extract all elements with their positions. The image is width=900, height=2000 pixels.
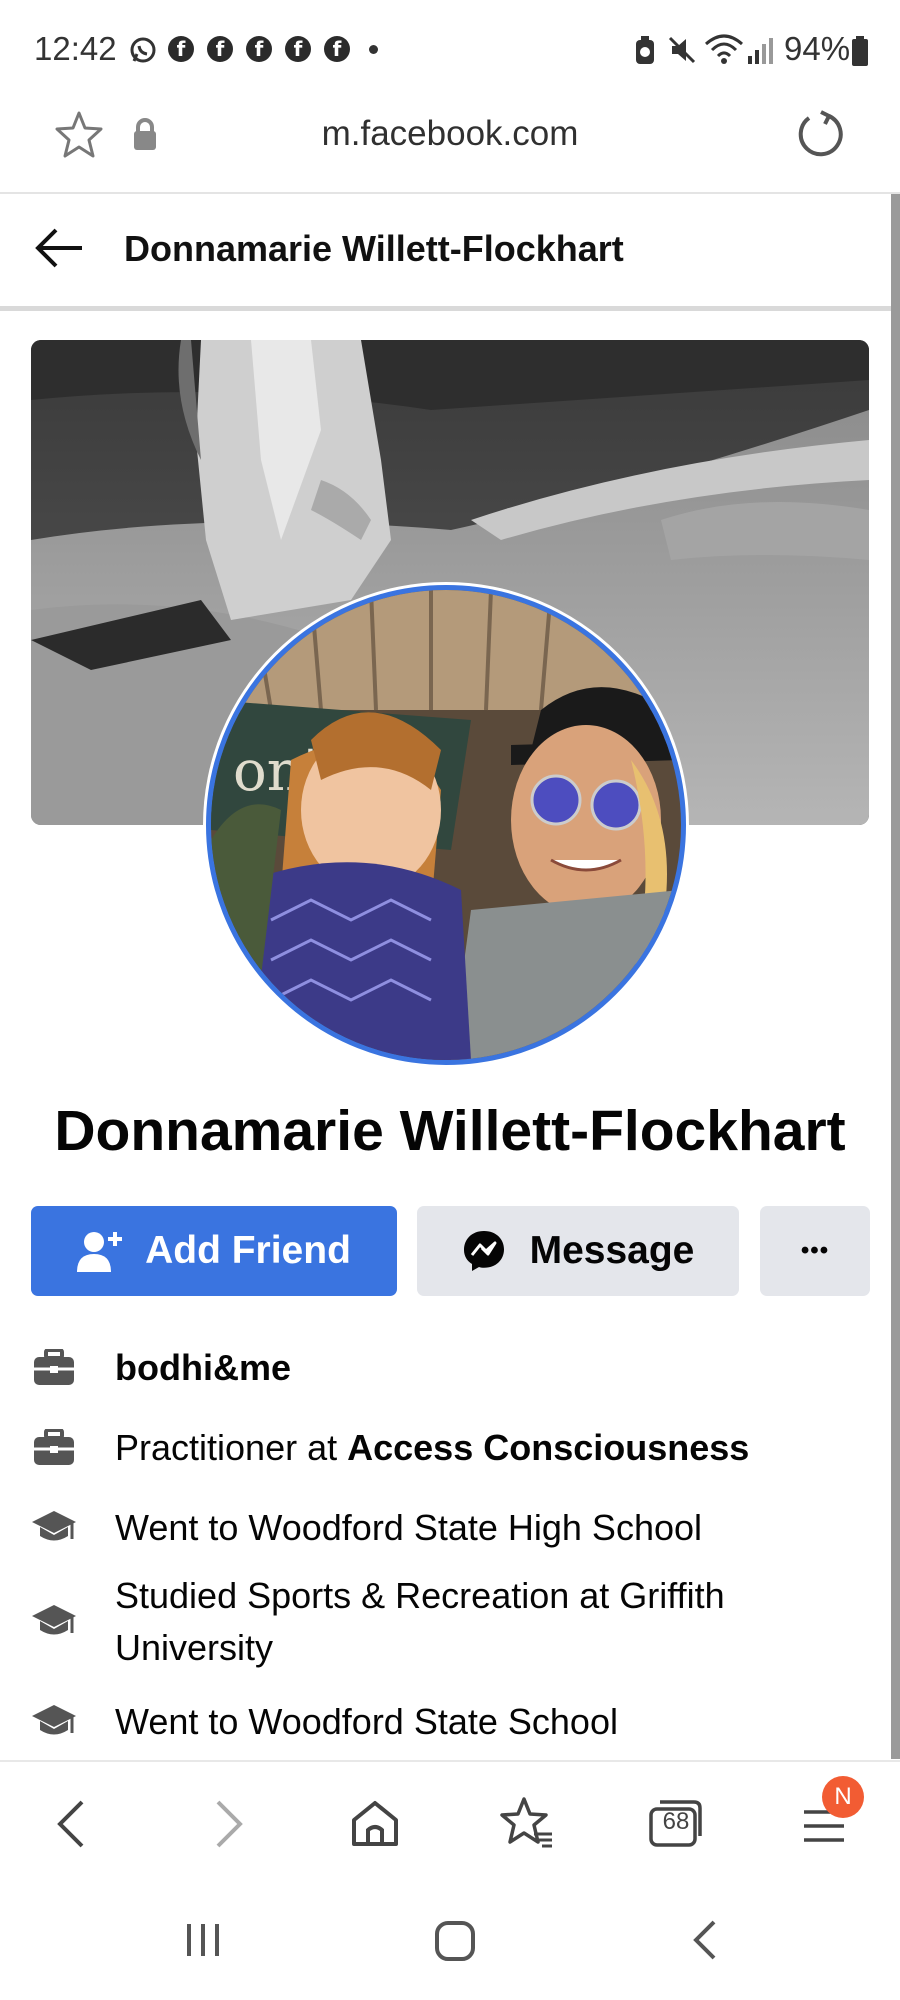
add-person-icon <box>77 1232 123 1272</box>
browser-forward-icon[interactable] <box>210 1798 246 1850</box>
profile-name: Donnamarie Willett-Flockhart <box>54 1099 846 1163</box>
signal-icon <box>748 38 773 64</box>
facebook-icon: f <box>207 36 233 62</box>
status-bar: 12:42 f f f f f 94% <box>0 0 900 100</box>
info-prefix: Practitioner at <box>115 1427 348 1468</box>
graduation-cap-icon <box>32 1705 76 1735</box>
briefcase-icon <box>34 1349 74 1385</box>
profile-picture[interactable]: on's <box>211 590 681 1060</box>
messenger-icon <box>463 1231 504 1271</box>
notification-badge: N <box>822 1776 864 1818</box>
facebook-icon: f <box>168 36 194 62</box>
add-friend-label: Add Friend <box>145 1229 351 1272</box>
list-item: Went to Woodford State High School <box>0 1502 880 1554</box>
briefcase-icon <box>34 1429 74 1465</box>
browser-back-icon[interactable] <box>54 1798 90 1850</box>
facebook-icon: f <box>285 36 311 62</box>
browser-toolbar <box>0 1760 900 1882</box>
info-text-line-1: Studied Sports & Recreation at Griffith <box>115 1575 725 1616</box>
system-navigation-bar <box>0 1880 900 2000</box>
wifi-icon <box>705 34 743 64</box>
more-options-button[interactable]: ••• <box>760 1206 870 1296</box>
add-friend-button[interactable]: Add Friend <box>31 1206 397 1296</box>
facebook-icon: f <box>246 36 272 62</box>
info-text-line-2: University <box>115 1627 274 1668</box>
home-button-icon[interactable] <box>434 1920 476 1962</box>
bookmarks-icon[interactable] <box>500 1796 554 1850</box>
back-arrow-icon[interactable] <box>34 226 86 270</box>
facebook-icon: f <box>324 36 350 62</box>
home-icon[interactable] <box>350 1800 400 1848</box>
info-text: Went to Woodford State High School <box>115 1507 703 1548</box>
mute-icon <box>668 36 696 64</box>
tab-count: 68 <box>662 1808 690 1835</box>
list-item: Went to Woodford State School <box>0 1696 880 1748</box>
list-item: bodhi&me <box>0 1342 880 1394</box>
page-title: Donnamarie Willett-Flockhart <box>124 228 624 269</box>
url-text[interactable]: m.facebook.com <box>0 114 900 154</box>
info-text: Practitioner at Access Consciousness <box>115 1422 749 1474</box>
more-options-icon: ••• <box>800 1237 830 1264</box>
list-item: Practitioner at Access Consciousness <box>0 1422 880 1474</box>
info-text: Went to Woodford State School <box>115 1701 618 1742</box>
whatsapp-icon <box>129 36 156 63</box>
info-text: bodhi&me <box>115 1347 291 1388</box>
status-time: 12:42 <box>34 30 117 67</box>
battery-percent: 94% <box>784 30 851 67</box>
message-label: Message <box>529 1229 695 1272</box>
scrollbar[interactable] <box>891 194 900 1759</box>
list-item: Studied Sports & Recreation at Griffith … <box>0 1570 880 1674</box>
graduation-cap-icon <box>32 1511 76 1541</box>
battery-icon <box>852 36 868 66</box>
system-back-icon[interactable] <box>690 1918 720 1962</box>
graduation-cap-icon <box>32 1605 76 1635</box>
more-notifications-dot <box>369 45 378 54</box>
recent-apps-icon[interactable] <box>183 1920 223 1960</box>
battery-saver-icon <box>636 36 654 64</box>
message-button[interactable]: Message <box>417 1206 739 1296</box>
employer-link[interactable]: Access Consciousness <box>347 1427 749 1468</box>
